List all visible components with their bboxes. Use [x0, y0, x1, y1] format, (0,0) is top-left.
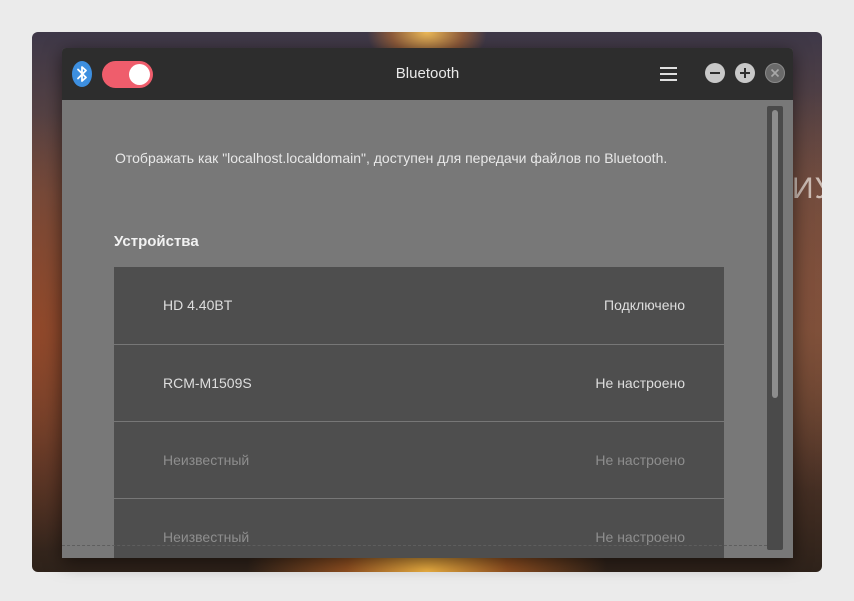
window-content: Отображать как "localhost.localdomain", … [62, 100, 767, 558]
maximize-button[interactable] [735, 63, 755, 83]
scrollbar[interactable] [767, 106, 783, 550]
device-status: Не настроено [595, 452, 685, 468]
hamburger-menu-icon[interactable] [660, 67, 677, 81]
bottom-divider [62, 545, 767, 546]
visibility-description: Отображать как "localhost.localdomain", … [115, 150, 668, 166]
device-name: RCM-M1509S [163, 375, 252, 391]
close-icon [770, 68, 780, 78]
minimize-button[interactable] [705, 63, 725, 83]
device-row[interactable]: RCM-M1509S Не настроено [114, 344, 724, 421]
bluetooth-window: Bluetooth Отображать как "localhost.loca… [62, 48, 793, 558]
device-status: Подключено [604, 297, 685, 313]
device-row[interactable]: Неизвестный Не настроено [114, 498, 724, 558]
device-name: HD 4.40BT [163, 297, 233, 313]
devices-heading: Устройства [114, 233, 199, 250]
device-name: Неизвестный [163, 529, 250, 545]
device-status: Не настроено [595, 375, 685, 391]
title-bar: Bluetooth [62, 48, 793, 100]
close-button[interactable] [765, 63, 785, 83]
device-list: HD 4.40BT Подключено RCM-M1509S Не настр… [114, 267, 724, 558]
device-name: Неизвестный [163, 452, 250, 468]
device-row[interactable]: HD 4.40BT Подключено [114, 267, 724, 344]
window-title: Bluetooth [395, 65, 460, 82]
minimize-icon [710, 72, 720, 74]
maximize-icon [740, 68, 750, 78]
desktop-text-fragment: ИУ [792, 172, 822, 205]
scrollbar-thumb[interactable] [772, 110, 778, 398]
device-row[interactable]: Неизвестный Не настроено [114, 421, 724, 498]
device-status: Не настроено [595, 529, 685, 545]
